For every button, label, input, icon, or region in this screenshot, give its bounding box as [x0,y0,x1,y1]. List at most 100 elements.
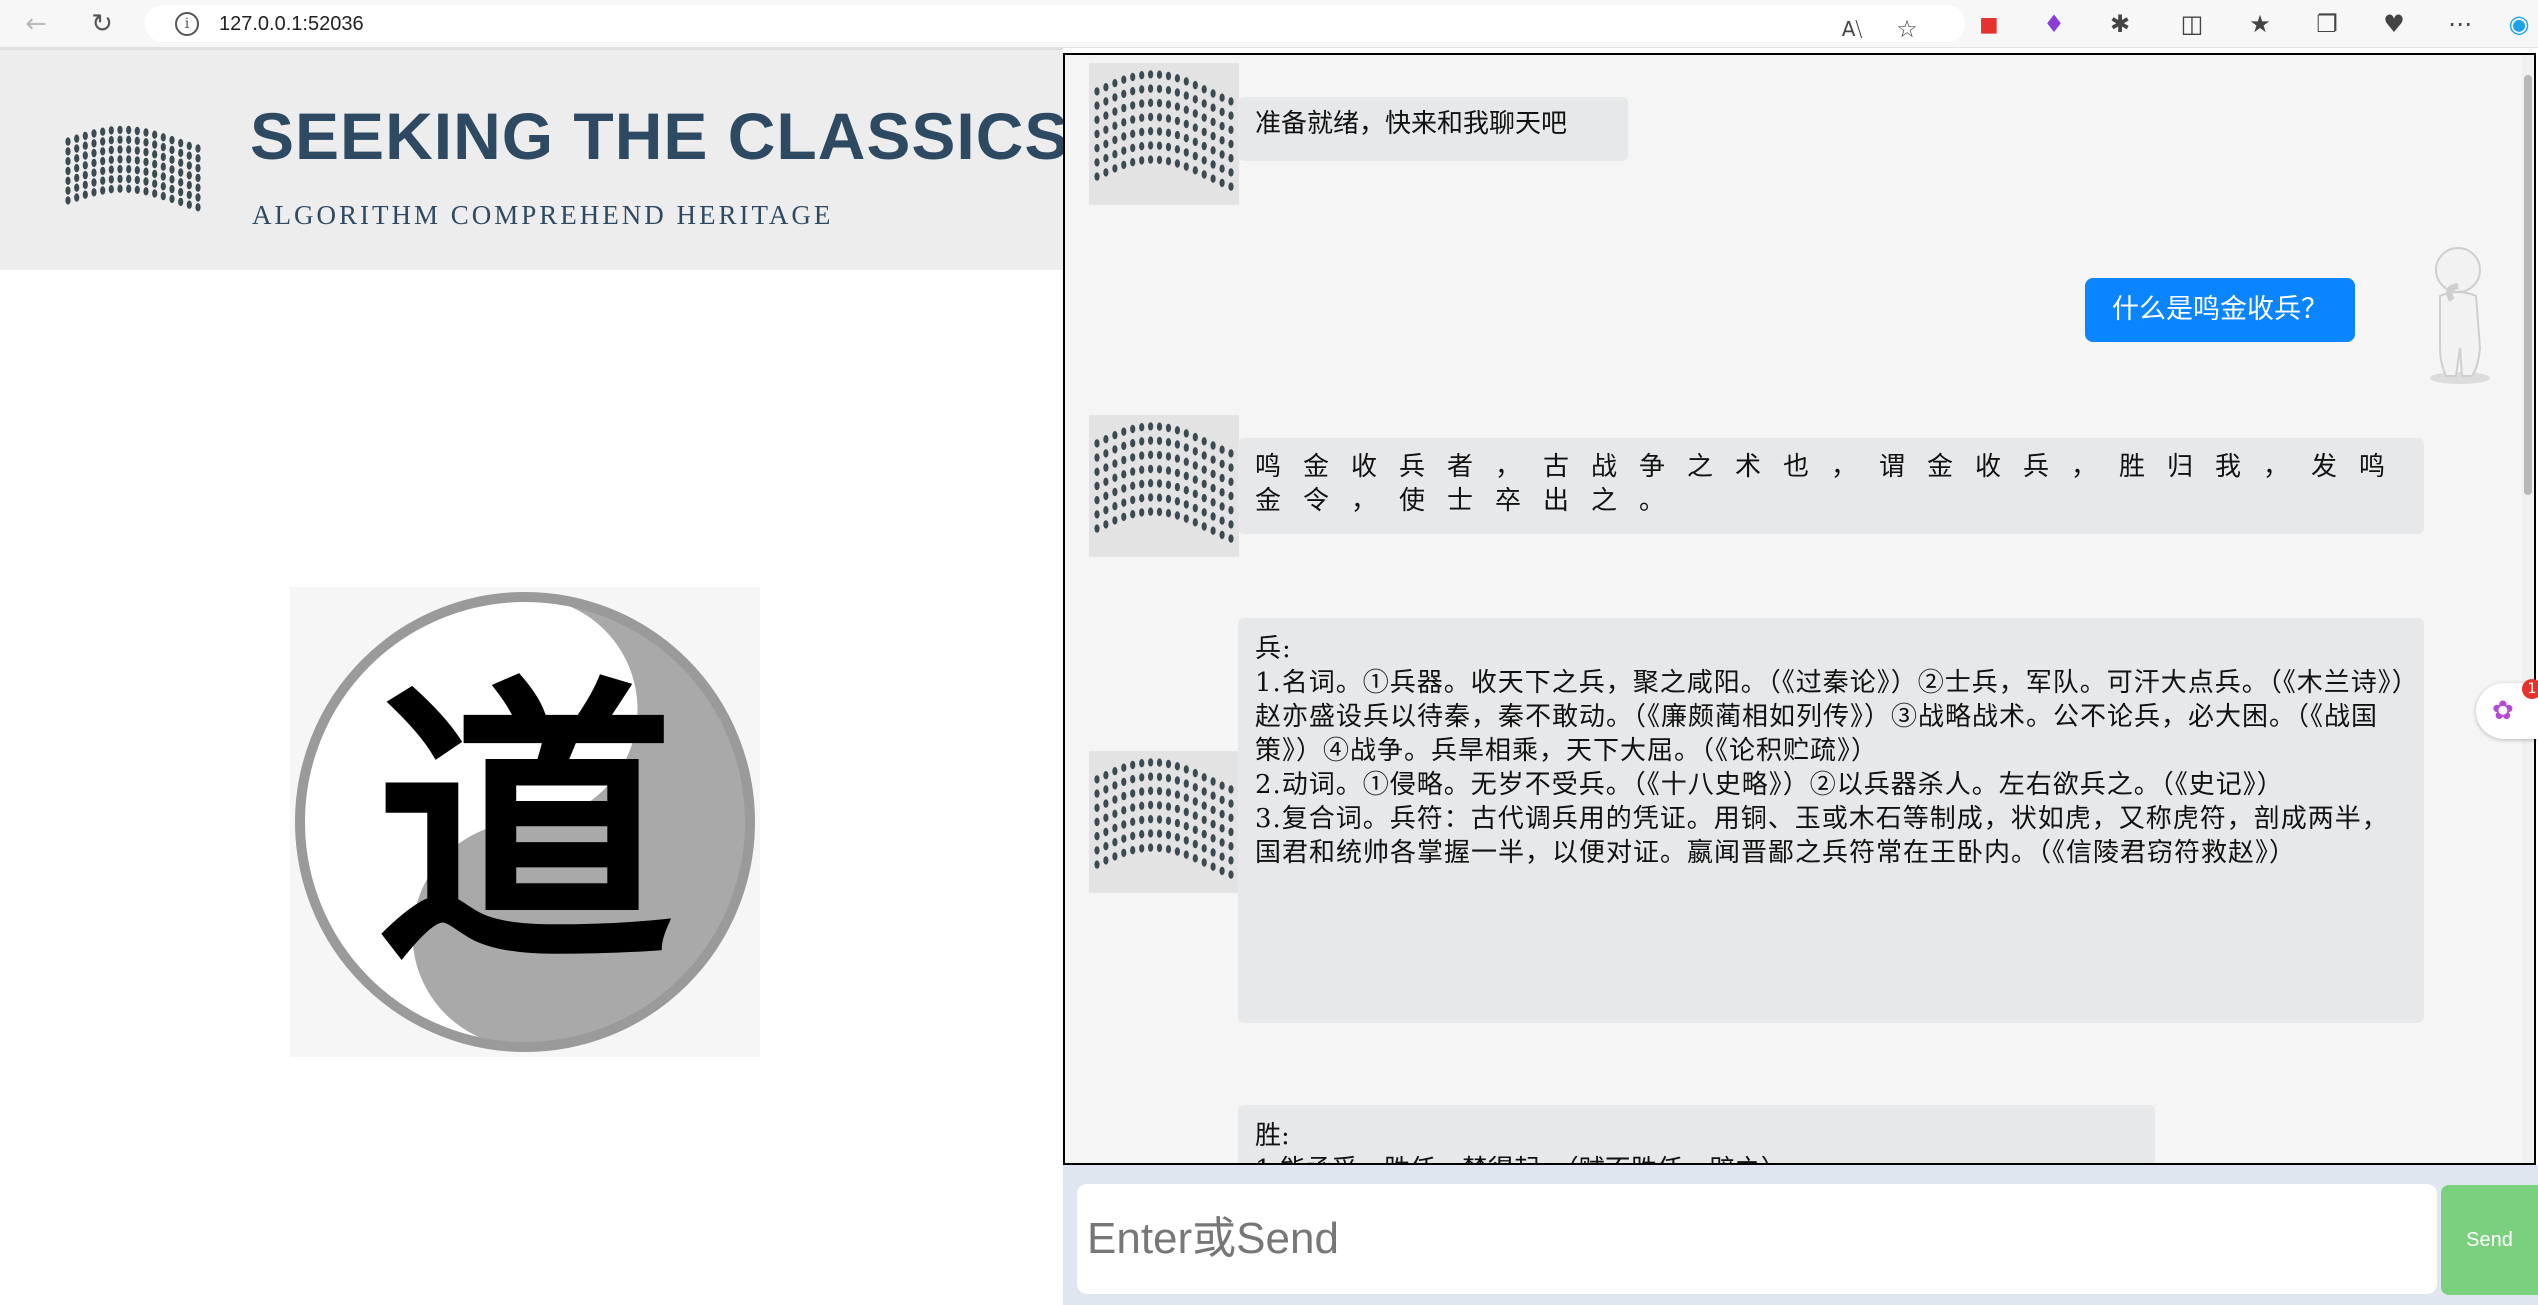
logo-dot [1112,767,1118,776]
notification-badge: 1 [2522,679,2538,699]
logo-dot [1094,129,1100,139]
floating-assistant-widget[interactable]: ✿ 1 [2476,679,2538,739]
logo-dot [1165,128,1172,137]
logo-dot [1121,763,1127,772]
logo-dot [1183,500,1189,509]
more-menu-icon[interactable]: ⋯ [2443,8,2477,40]
logo-dot [1139,830,1145,839]
scrollbar-thumb[interactable] [2524,75,2532,495]
logo-dot [1201,508,1207,517]
logo-dot [1148,829,1154,838]
bot-logo-icon [1094,422,1234,543]
logo-dot [1148,70,1154,79]
logo-dot [1112,473,1118,482]
logo-dot [1201,156,1207,165]
logo-dot [1130,453,1136,462]
logo-dot [1192,109,1198,118]
logo-dot [65,147,71,156]
logo-dot [117,174,123,184]
copilot-icon[interactable]: ◉ [2502,8,2536,40]
logo-dot [1228,520,1234,529]
logo-dot [1121,834,1127,843]
logo-dot [195,183,201,192]
split-screen-icon[interactable]: ◫ [2175,8,2209,40]
logo-dot [1148,772,1154,781]
logo-dot [1103,463,1109,472]
logo-dot [1139,844,1145,853]
logo-dot [1112,809,1118,818]
logo-dot [1210,483,1216,493]
logo-dot [1121,512,1127,522]
logo-dot [126,174,132,184]
logo-dot [1210,455,1216,464]
url-text[interactable]: 127.0.0.1:52036 [219,13,364,36]
logo-dot [195,193,201,202]
logo-dot [1219,107,1225,117]
extension-gem-icon[interactable]: ♦ [2037,8,2071,40]
logo-dot [65,137,71,146]
logo-dot [1103,813,1109,822]
logo-dot [1183,119,1189,129]
read-aloud-icon[interactable]: A⧹ [1835,13,1869,45]
logo-dot [1210,117,1216,127]
logo-dot [1192,432,1198,442]
logo-dot [1139,465,1145,474]
logo-dot [1148,493,1154,502]
logo-dot [152,189,158,198]
collections-icon[interactable]: ❐ [2310,8,2344,40]
logo-dot [1156,436,1163,446]
logo-dot [1219,838,1225,847]
chat-scrollbar[interactable] [2522,55,2534,1163]
logo-dot [1210,441,1216,450]
logo-dot [1210,146,1216,155]
logo-dot [1094,115,1100,124]
logo-dot [1183,850,1189,859]
logo-dot [152,169,158,179]
logo-dot [1219,516,1225,525]
logo-dot [1130,439,1136,448]
logo-dot [1139,113,1145,122]
logo-dot [1192,475,1198,484]
bot-message-1: 准备就绪，快来和我聊天吧 [1238,97,1628,161]
logo-dot [1219,459,1225,469]
logo-dot [82,190,88,199]
send-button[interactable]: Send [2441,1185,2538,1295]
logo-dot [1103,168,1109,177]
logo-dot [1103,491,1109,501]
logo-dot [143,177,149,186]
logo-dot [1121,820,1127,829]
logo-dot [1130,101,1136,110]
site-info-icon[interactable]: i [175,12,199,36]
logo-dot [1228,154,1234,163]
bot-message-4: 胜: 1.能承受，胜任。禁得起。（贼不胜任，辟之） [1238,1105,2155,1163]
logo-dot [143,138,149,147]
logo-dot [1103,435,1109,444]
chat-panel[interactable]: 准备就绪，快来和我聊天吧 什么是鸣金收兵？ 鸣金收兵者，古战争之术也，谓金收兵，… [1063,53,2536,1165]
favorites-list-icon[interactable]: ★ [2243,8,2277,40]
logo-dot [1210,160,1216,169]
logo-dot [1192,95,1198,104]
chat-input[interactable] [1077,1184,2437,1294]
logo-dot [1103,506,1109,515]
logo-dot [1112,795,1118,804]
logo-dot [1174,468,1180,478]
favorite-star-icon[interactable]: ☆ [1890,13,1924,45]
assistant-brain-icon: ✿ [2492,696,2514,726]
logo-dot [1156,493,1163,502]
logo-dot [100,127,106,136]
logo-dot [82,170,88,180]
refresh-icon[interactable]: ↻ [86,8,118,40]
logo-dot [1112,781,1118,790]
address-bar[interactable]: i 127.0.0.1:52036 A⧹ ☆ [145,5,1965,45]
logo-dot [1219,852,1225,861]
logo-dot [186,151,192,160]
logo-dot [82,141,88,150]
logo-dot [169,135,175,145]
extension-red-icon[interactable]: ◼ [1972,8,2006,40]
logo-dot [1094,510,1100,519]
extensions-puzzle-icon[interactable]: ✱ [2103,8,2137,40]
logo-dot [1148,786,1154,795]
logo-dot [1103,856,1109,865]
back-icon[interactable]: ← [20,8,52,40]
browser-essentials-icon[interactable]: ♥ [2377,8,2411,40]
